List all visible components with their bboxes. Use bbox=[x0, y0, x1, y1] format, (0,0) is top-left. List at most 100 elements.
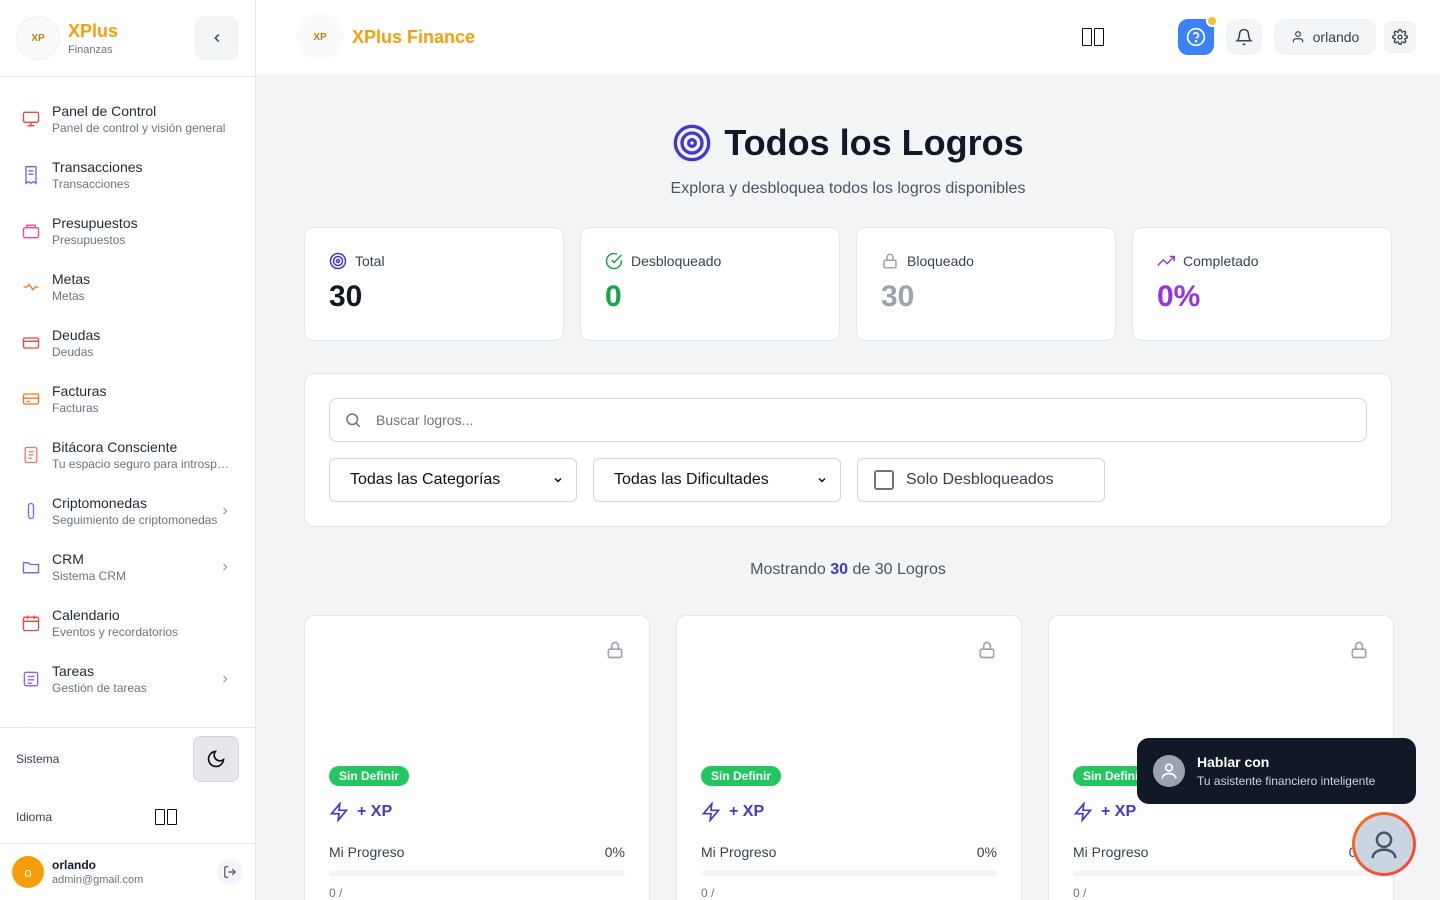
lock-icon bbox=[883, 253, 897, 269]
search-icon bbox=[346, 413, 361, 428]
brand-name: XPlus bbox=[68, 20, 119, 41]
avatar[interactable]: o bbox=[12, 856, 44, 888]
logout-button[interactable] bbox=[217, 859, 243, 885]
page-header: Todos los Logros Explora y desbloquea to… bbox=[256, 122, 1440, 198]
chevron-down-icon bbox=[818, 477, 826, 483]
chevron-down-icon bbox=[554, 477, 562, 483]
goal-icon bbox=[20, 276, 42, 298]
sidebar-item-desc: Panel de control y visión general bbox=[52, 121, 226, 135]
topbar: XP XPlus Finance orlando bbox=[256, 0, 1440, 74]
sidebar-item-deudas[interactable]: Deudas Deudas bbox=[0, 315, 255, 371]
sidebar-item-panel-de-control[interactable]: Panel de Control Panel de control y visió… bbox=[0, 91, 255, 147]
sidebar-item-calendario[interactable]: Calendario Eventos y recordatorios bbox=[0, 595, 255, 651]
sidebar-item-bitacora-consciente[interactable]: Bitácora Consciente Tu espacio seguro par… bbox=[0, 427, 255, 483]
page-subtitle: Explora y desbloquea todos los logros di… bbox=[670, 180, 1026, 197]
sidebar-item-metas[interactable]: Metas Metas bbox=[0, 259, 255, 315]
sidebar-nav: Panel de Control Panel de control y visió… bbox=[0, 77, 255, 727]
filters-panel: Todas las Categorías Todas las Dificulta… bbox=[304, 373, 1392, 527]
results-suffix: Logros bbox=[896, 561, 946, 578]
help-button[interactable] bbox=[1178, 15, 1218, 55]
logout-icon bbox=[224, 866, 237, 878]
progress-fraction: 0 / bbox=[701, 886, 715, 900]
language-flag-icon[interactable] bbox=[155, 809, 177, 825]
sidebar-item-presupuestos[interactable]: Presupuestos Presupuestos bbox=[0, 203, 255, 259]
brand-logo[interactable]: XP bbox=[16, 16, 60, 60]
unlocked-only-checkbox[interactable] bbox=[874, 470, 894, 490]
sidebar-item-crm[interactable]: CRM Sistema CRM bbox=[0, 539, 255, 595]
chat-title: Hablar con bbox=[1197, 754, 1270, 770]
sidebar-item-desc: Seguimiento de criptomonedas bbox=[52, 513, 218, 527]
sidebar-item-desc: Eventos y recordatorios bbox=[52, 625, 179, 639]
user-menu-button[interactable]: orlando bbox=[1274, 19, 1376, 55]
assistant-face-icon bbox=[1371, 831, 1397, 859]
topbar-logo[interactable]: XP bbox=[296, 13, 344, 61]
unlocked-only-label: Solo Desbloqueados bbox=[906, 471, 1054, 488]
stat-label: Bloqueado bbox=[907, 253, 974, 269]
progress-fraction: 0 / bbox=[1073, 886, 1087, 900]
lock-icon bbox=[977, 640, 997, 665]
moon-icon bbox=[207, 750, 225, 768]
achievement-card[interactable]: Sin Definir + XP Mi Progreso 0% 0 / bbox=[676, 615, 1022, 900]
stat-card-bloqueado: Bloqueado 30 bbox=[856, 227, 1116, 341]
language-flag-icon[interactable] bbox=[1082, 28, 1104, 46]
sidebar-item-desc: Tu espacio seguro para introspección bbox=[52, 457, 234, 471]
budget-icon bbox=[20, 220, 42, 242]
xp-value: + XP bbox=[729, 803, 765, 820]
sidebar-item-label: Panel de Control bbox=[52, 103, 157, 119]
progress-label: Mi Progreso bbox=[329, 844, 405, 860]
difficulty-select[interactable]: Todas las Dificultades bbox=[593, 458, 841, 502]
sidebar-item-label: Criptomonedas bbox=[52, 495, 147, 511]
chevron-right-icon bbox=[219, 561, 231, 576]
brand-subtitle: Finanzas bbox=[68, 43, 113, 56]
sidebar-item-desc: Sistema CRM bbox=[52, 569, 127, 583]
category-select[interactable]: Todas las Categorías bbox=[329, 458, 577, 502]
settings-button[interactable] bbox=[1384, 21, 1416, 53]
notifications-button[interactable] bbox=[1226, 19, 1262, 55]
sidebar-item-tareas[interactable]: Tareas Gestión de tareas bbox=[0, 651, 255, 707]
sidebar-item-label: Facturas bbox=[52, 383, 107, 399]
target-icon bbox=[673, 124, 711, 162]
sidebar-item-label: CRM bbox=[52, 551, 84, 567]
unlocked-only-toggle[interactable]: Solo Desbloqueados bbox=[857, 458, 1105, 502]
lightning-icon bbox=[701, 802, 721, 822]
system-label: Sistema bbox=[16, 752, 60, 766]
category-select-value: Todas las Categorías bbox=[350, 471, 501, 488]
calendar-icon bbox=[20, 612, 42, 634]
stat-value: 0 bbox=[605, 280, 622, 313]
sidebar-item-transacciones[interactable]: Transacciones Transacciones bbox=[0, 147, 255, 203]
theme-toggle-button[interactable] bbox=[193, 736, 239, 782]
stat-value: 30 bbox=[881, 280, 915, 313]
progress-percent: 0% bbox=[604, 844, 625, 860]
lock-icon bbox=[605, 640, 625, 665]
sidebar-item-label: Presupuestos bbox=[52, 215, 138, 231]
sidebar-item-label: Deudas bbox=[52, 327, 101, 343]
chevron-right-icon bbox=[219, 673, 231, 688]
stat-label: Desbloqueado bbox=[631, 253, 722, 269]
sidebar-item-reportes[interactable]: Reportes bbox=[0, 707, 255, 727]
invoice-icon bbox=[20, 388, 42, 410]
difficulty-badge: Sin Definir bbox=[701, 766, 782, 786]
sidebar-item-desc: Presupuestos bbox=[52, 233, 126, 247]
sidebar-item-criptomonedas[interactable]: Criptomonedas Seguimiento de criptomoneda… bbox=[0, 483, 255, 539]
sidebar-item-label: Metas bbox=[52, 271, 91, 287]
bell-icon bbox=[1235, 28, 1253, 46]
sidebar-user: o orlando admin@gmail.com bbox=[0, 843, 255, 900]
assistant-avatar bbox=[1153, 755, 1185, 787]
chat-fab-button[interactable] bbox=[1352, 812, 1416, 876]
collapse-sidebar-button[interactable] bbox=[195, 16, 239, 60]
progress-bar bbox=[701, 870, 997, 876]
chat-subtitle: Tu asistente financiero inteligente bbox=[1197, 774, 1376, 788]
stat-card-desbloqueado: Desbloqueado 0 bbox=[580, 227, 840, 341]
chat-prompt[interactable]: Hablar con Tu asistente financiero intel… bbox=[1137, 738, 1416, 804]
user-name: orlando bbox=[52, 858, 96, 872]
sidebar-item-label: Bitácora Consciente bbox=[52, 439, 178, 455]
search-box bbox=[329, 398, 1367, 442]
difficulty-badge: Sin Definir bbox=[329, 766, 410, 786]
folder-icon bbox=[20, 556, 42, 578]
sidebar-item-facturas[interactable]: Facturas Facturas bbox=[0, 371, 255, 427]
sidebar-item-desc: Deudas bbox=[52, 345, 94, 359]
lightning-icon bbox=[329, 802, 349, 822]
tasks-icon bbox=[20, 668, 42, 690]
achievement-card[interactable]: Sin Definir + XP Mi Progreso 0% 0 / bbox=[304, 615, 650, 900]
search-input[interactable] bbox=[376, 412, 1352, 428]
